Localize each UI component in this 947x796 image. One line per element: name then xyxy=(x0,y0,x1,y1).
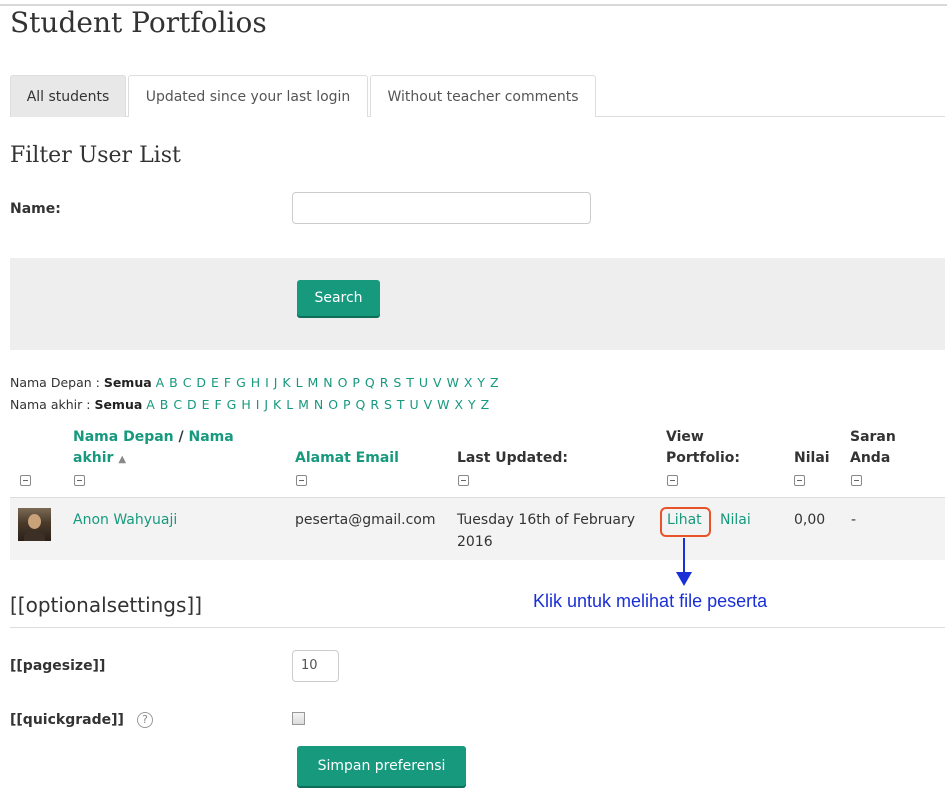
annotation-text: Klik untuk melihat file peserta xyxy=(533,591,768,611)
save-preferences-button[interactable]: Simpan preferensi xyxy=(297,746,466,786)
tab-without-teacher-comments[interactable]: Without teacher comments xyxy=(370,75,596,117)
help-icon[interactable]: ? xyxy=(137,712,153,728)
collapse-column-icon[interactable] xyxy=(296,475,307,486)
pagesize-input[interactable]: 10 xyxy=(292,650,339,682)
collapse-column-icon[interactable] xyxy=(794,475,805,486)
collapse-column-icon[interactable] xyxy=(667,475,678,486)
collapse-column-icon[interactable] xyxy=(851,475,862,486)
highlight-box xyxy=(660,507,711,537)
initials-first-all[interactable]: Semua xyxy=(104,375,152,390)
grade-value: 0,00 xyxy=(794,512,826,528)
name-label: Name: xyxy=(10,201,61,217)
header-last-updated: Last Updated: xyxy=(457,450,568,466)
last-updated-value: Tuesday 16th of February 2016 xyxy=(457,509,635,553)
avatar[interactable] xyxy=(18,508,51,541)
arrow-line xyxy=(683,538,685,574)
header-nilai: Nilai xyxy=(794,450,830,466)
sort-first-name-link[interactable]: Nama Depan xyxy=(73,429,174,445)
tab-updated-since-last-login[interactable]: Updated since your last login xyxy=(128,75,368,117)
page-title: Student Portfolios xyxy=(10,6,267,39)
initials-last-all[interactable]: Semua xyxy=(94,397,142,412)
header-view-portfolio: View Portfolio: xyxy=(666,427,740,469)
filter-heading: Filter User List xyxy=(10,143,181,168)
student-email: peserta@gmail.com xyxy=(295,512,436,528)
last-updated-line1: Tuesday 16th of February xyxy=(457,512,636,528)
header-saran: Saran Anda xyxy=(850,427,896,469)
tab-bar: All students Updated since your last log… xyxy=(10,75,945,117)
search-button[interactable]: Search xyxy=(297,280,380,316)
initials-bar-last: Nama akhir : Semua A B C D E F G H I J K… xyxy=(10,397,490,412)
name-input[interactable] xyxy=(292,192,591,224)
collapse-column-icon[interactable] xyxy=(74,475,85,486)
quickgrade-checkbox[interactable] xyxy=(292,712,305,725)
settings-divider xyxy=(10,627,945,628)
header-saran-line2: Anda xyxy=(850,450,891,466)
sort-last-name-link[interactable]: Nama xyxy=(189,429,234,445)
optional-settings-heading: [[optionalsettings]] xyxy=(10,593,203,617)
student-name-link[interactable]: Anon Wahyuaji xyxy=(73,509,177,531)
grade-link[interactable]: Nilai xyxy=(720,509,751,531)
sort-last-name-link-2[interactable]: akhir xyxy=(73,450,113,466)
feedback-value: - xyxy=(851,512,857,528)
search-band xyxy=(10,258,945,350)
name-separator: / xyxy=(173,429,189,445)
pagesize-label: [[pagesize]] xyxy=(10,658,106,674)
arrow-down-icon xyxy=(676,572,692,586)
last-updated-line2: 2016 xyxy=(457,534,493,550)
header-saran-line1: Saran xyxy=(850,429,896,445)
initials-first-letters[interactable]: A B C D E F G H I J K L M N O P Q R S T … xyxy=(156,375,499,390)
initials-bar-first: Nama Depan : Semua A B C D E F G H I J K… xyxy=(10,375,499,390)
initials-first-label: Nama Depan : xyxy=(10,375,100,390)
header-email[interactable]: Alamat Email xyxy=(295,448,399,469)
collapse-column-icon[interactable] xyxy=(458,475,469,486)
header-name: Nama Depan / Nama akhir ▲ xyxy=(73,427,234,470)
header-view-portfolio-line2: Portfolio: xyxy=(666,450,740,466)
collapse-column-icon[interactable] xyxy=(20,475,31,486)
tab-all-students[interactable]: All students xyxy=(10,75,126,117)
header-view-portfolio-line1: View xyxy=(666,429,704,445)
initials-last-letters[interactable]: A B C D E F G H I J K L M N O P Q R S T … xyxy=(146,397,489,412)
initials-last-label: Nama akhir : xyxy=(10,397,91,412)
sort-asc-icon: ▲ xyxy=(118,454,127,465)
quickgrade-label: [[quickgrade]] xyxy=(10,712,124,728)
